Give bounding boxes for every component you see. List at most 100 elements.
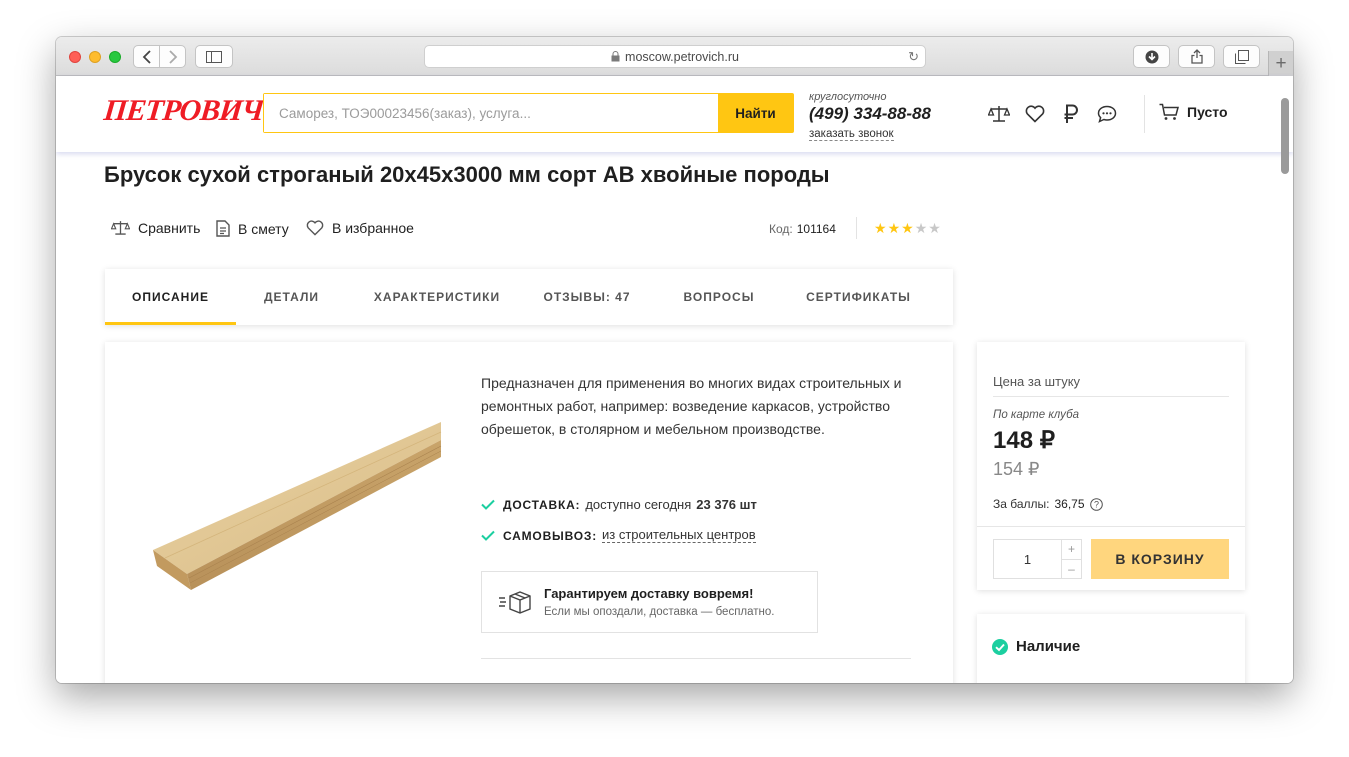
description-divider [481, 658, 911, 659]
chat-button[interactable] [1096, 103, 1118, 125]
guarantee-title: Гарантируем доставку вовремя! [544, 586, 754, 601]
scales-icon [111, 221, 130, 235]
points-value: 36,75 [1054, 497, 1085, 511]
callback-link[interactable]: заказать звонок [809, 128, 894, 141]
tab-characteristics[interactable]: ХАРАКТЕРИСТИКИ [347, 269, 527, 325]
chevron-right-icon [168, 49, 177, 64]
price-box: Цена за штуку По карте клуба 148 ₽ 154 ₽… [977, 342, 1245, 590]
product-title: Брусок сухой строганый 20х45х3000 мм сор… [104, 162, 830, 187]
page-scrollbar[interactable] [1281, 98, 1289, 174]
close-window-button[interactable] [69, 51, 81, 63]
delivery-quantity: 23 376 шт [696, 497, 757, 512]
page-content: Брусок сухой строганый 20х45х3000 мм сор… [56, 152, 1293, 683]
code-value: 101164 [796, 222, 836, 236]
tab-questions[interactable]: ВОПРОСЫ [647, 269, 791, 325]
url-text: moscow.petrovich.ru [625, 49, 739, 64]
delivery-guarantee: Гарантируем доставку вовремя! Если мы оп… [481, 571, 818, 633]
forward-button[interactable] [159, 45, 186, 68]
code-label: Код: [769, 222, 793, 236]
ruble-icon [1064, 104, 1078, 123]
favorite-action[interactable]: В избранное [306, 220, 414, 236]
search-button[interactable]: Найти [718, 94, 793, 132]
quantity-decrease-button[interactable]: – [1062, 560, 1081, 579]
heart-icon [306, 220, 324, 236]
pickup-link[interactable]: из строительных центров [602, 528, 756, 543]
points-label: За баллы: [993, 497, 1050, 511]
share-icon [1190, 49, 1203, 64]
star-icon: ★ [887, 220, 902, 236]
estimate-label: В смету [238, 220, 289, 237]
add-to-cart-button[interactable]: В КОРЗИНУ [1091, 539, 1229, 579]
club-price: 148 ₽ [993, 427, 1055, 454]
cart-icon [1159, 103, 1179, 120]
quantity-stepper: 1 + – [993, 539, 1082, 579]
star-icon: ★ [901, 220, 915, 236]
star-icon: ★ [874, 220, 888, 236]
delivery-label: ДОСТАВКА: [503, 497, 581, 512]
points-price: За баллы: 36,75 ? [993, 497, 1103, 511]
price-divider [993, 396, 1229, 397]
chat-icon [1097, 105, 1117, 123]
tab-certificates[interactable]: СЕРТИФИКАТЫ [791, 269, 926, 325]
check-icon [481, 530, 495, 541]
quantity-increase-button[interactable]: + [1062, 540, 1081, 560]
product-image[interactable] [145, 412, 445, 602]
search-bar: Найти [263, 93, 794, 133]
description-text: Предназначен для применения во многих ви… [481, 375, 902, 437]
scales-icon [988, 106, 1010, 122]
help-icon[interactable]: ? [1089, 497, 1103, 511]
club-card-label: По карте клуба [993, 409, 1079, 421]
chevron-left-icon [142, 49, 151, 64]
site-header: Петрович Найти круглосуточно (499) 334-8… [56, 76, 1293, 152]
star-icon: ★ [928, 220, 942, 236]
tabs-overview-button[interactable] [1223, 45, 1260, 68]
maximize-window-button[interactable] [109, 51, 121, 63]
tab-description[interactable]: ОПИСАНИЕ [105, 269, 236, 325]
logo[interactable]: Петрович [102, 94, 265, 128]
svg-text:?: ? [1094, 499, 1099, 509]
regular-price: 154 ₽ [993, 459, 1040, 479]
availability-box: Наличие [977, 614, 1245, 683]
description-panel: Предназначен для применения во многих ви… [105, 342, 953, 683]
cart-label: Пусто [1187, 104, 1228, 120]
star-icon: ★ [914, 220, 929, 236]
phone-note: круглосуточно [809, 91, 887, 103]
fast-delivery-box-icon [499, 591, 531, 614]
product-code: Код: 101164 [769, 222, 836, 236]
guarantee-subtitle: Если мы опоздали, доставка — бесплатно. [544, 606, 775, 618]
estimate-action[interactable]: В смету [216, 220, 289, 237]
search-input[interactable] [264, 94, 718, 132]
tab-details[interactable]: ДЕТАЛИ [236, 269, 347, 325]
quantity-input[interactable]: 1 [994, 540, 1061, 578]
code-divider [856, 217, 857, 239]
minimize-window-button[interactable] [89, 51, 101, 63]
delivery-info: ДОСТАВКА: доступно сегодня 23 376 шт [481, 497, 757, 512]
new-tab-button[interactable]: + [1268, 51, 1293, 76]
compare-label: Сравнить [138, 220, 201, 236]
document-icon [216, 220, 230, 237]
compare-action[interactable]: Сравнить [111, 220, 200, 236]
sidebar-icon [206, 50, 222, 63]
compare-icon[interactable] [988, 103, 1010, 125]
favorite-label: В избранное [332, 220, 414, 236]
rating-stars[interactable]: ★★★★★ [874, 220, 942, 237]
heart-icon [1025, 105, 1045, 123]
downloads-button[interactable] [1133, 45, 1170, 68]
balance-icon[interactable] [1060, 103, 1082, 125]
reload-icon[interactable]: ↻ [908, 49, 919, 65]
share-button[interactable] [1178, 45, 1215, 68]
back-button[interactable] [133, 45, 160, 68]
cart-button[interactable]: Пусто [1159, 103, 1228, 121]
tabs-icon [1234, 49, 1249, 64]
header-divider [1144, 95, 1145, 133]
address-bar[interactable]: moscow.petrovich.ru ↻ [424, 45, 926, 68]
availability-title: Наличие [1016, 638, 1081, 655]
availability-header[interactable]: Наличие [992, 638, 1080, 655]
delivery-text: доступно сегодня [585, 497, 692, 512]
pickup-label: САМОВЫВОЗ: [503, 528, 597, 543]
favorites-icon[interactable] [1024, 103, 1046, 125]
pickup-info: САМОВЫВОЗ: из строительных центров [481, 528, 756, 543]
tab-reviews[interactable]: ОТЗЫВЫ: 47 [527, 269, 647, 325]
phone-number[interactable]: (499) 334-88-88 [809, 104, 931, 124]
sidebar-toggle-button[interactable] [195, 45, 233, 68]
